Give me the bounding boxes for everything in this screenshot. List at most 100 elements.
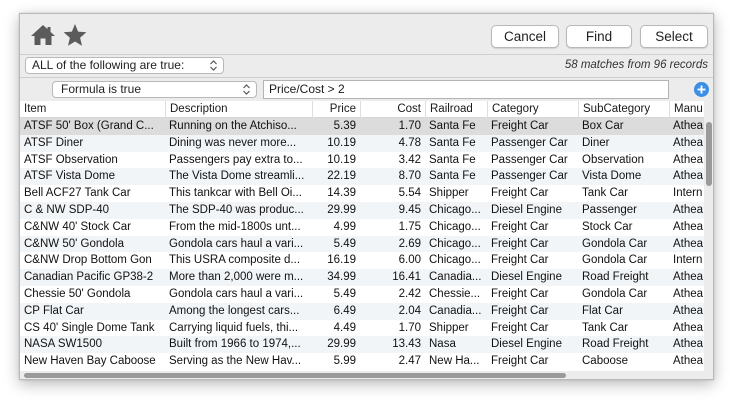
cell-manufacturer: Athea: [673, 153, 704, 166]
cell-category: Diesel Engine: [491, 271, 562, 284]
cell-item: C&NW 50' Gondola: [24, 237, 124, 250]
horizontal-scrollbar[interactable]: [20, 371, 704, 379]
cell-description: Running on the Atchiso...: [169, 120, 297, 132]
cell-price: 16.19: [327, 254, 356, 267]
find-button[interactable]: Find: [566, 25, 632, 48]
cell-price: 5.49: [333, 237, 356, 250]
formula-field[interactable]: Price/Cost > 2: [263, 80, 669, 99]
column-header-cost[interactable]: Cost: [360, 101, 425, 118]
cell-item: ATSF Observation: [24, 153, 118, 166]
column-header-category[interactable]: Category: [487, 101, 578, 118]
cell-category: Freight Car: [491, 187, 549, 200]
table-row[interactable]: CP Flat Car Among the longest cars... 6.…: [20, 302, 704, 320]
select-button[interactable]: Select: [640, 25, 708, 48]
cell-cost: 1.70: [398, 120, 421, 132]
cell-description: This tankcar with Bell Oi...: [169, 187, 302, 200]
cell-manufacturer: Athea: [673, 271, 704, 284]
table-row[interactable]: New Haven Bay Caboose Serving as the New…: [20, 353, 704, 370]
cell-manufacturer: Intern: [673, 187, 703, 200]
table-row[interactable]: CS 40' Single Dome Tank Carrying liquid …: [20, 320, 704, 337]
cell-railroad: Chicago...: [429, 220, 481, 233]
cell-railroad: Santa Fe: [429, 153, 476, 166]
cell-category: Diesel Engine: [491, 203, 562, 216]
table-row[interactable]: Canadian Pacific GP38-2 More than 2,000 …: [20, 269, 704, 286]
condition-type-popup[interactable]: Formula is true: [52, 81, 257, 98]
add-condition-icon[interactable]: [694, 82, 709, 97]
cell-manufacturer: Athea: [673, 136, 704, 149]
table-row[interactable]: Chessie 50' Gondola Gondola cars haul a …: [20, 286, 704, 303]
cell-railroad: Santa Fe: [429, 170, 476, 183]
cell-description: The SDP-40 was produc...: [169, 203, 304, 216]
cell-category: Freight Car: [491, 321, 549, 334]
star-icon[interactable]: [62, 23, 88, 47]
cell-railroad: New Ha...: [429, 355, 480, 368]
cell-item: NASA SW1500: [24, 338, 102, 351]
cell-subcategory: Vista Dome: [582, 170, 642, 183]
cell-railroad: Chicago...: [429, 254, 481, 267]
column-header-railroad[interactable]: Railroad: [425, 101, 487, 118]
column-header-description[interactable]: Description: [165, 101, 312, 118]
vertical-scroll-thumb[interactable]: [706, 122, 712, 186]
cell-description: Serving as the New Hav...: [169, 355, 302, 368]
cell-manufacturer: Athea: [673, 170, 704, 183]
column-header-price[interactable]: Price: [312, 101, 360, 118]
cell-description: This USRA composite d...: [169, 254, 301, 267]
updown-arrows-icon: [209, 59, 218, 72]
cell-description: Gondola cars haul a vari...: [169, 287, 304, 300]
cell-description: Carrying liquid fuels, thi...: [169, 321, 299, 334]
cell-price: 4.99: [333, 220, 356, 233]
table-row[interactable]: ATSF Diner Dining was never more... 10.1…: [20, 134, 704, 152]
cell-category: Freight Car: [491, 237, 549, 250]
cell-cost: 2.47: [398, 355, 421, 368]
table-row[interactable]: Bell ACF27 Tank Car This tankcar with Be…: [20, 185, 704, 202]
cell-subcategory: Road Freight: [582, 271, 649, 284]
table-row[interactable]: ATSF Vista Dome The Vista Dome streamli.…: [20, 168, 704, 186]
cell-price: 5.99: [333, 355, 356, 368]
cell-subcategory: Caboose: [582, 355, 629, 368]
cell-category: Freight Car: [491, 120, 549, 132]
cell-price: 10.19: [327, 136, 356, 149]
cancel-button[interactable]: Cancel: [491, 25, 559, 48]
cell-manufacturer: Athea: [673, 237, 704, 250]
table-row[interactable]: C&NW 50' Gondola Gondola cars haul a var…: [20, 235, 704, 253]
cell-price: 29.99: [327, 203, 356, 216]
cell-railroad: Chicago...: [429, 203, 481, 216]
table-row[interactable]: C & NW SDP-40 The SDP-40 was produc... 2…: [20, 201, 704, 219]
table-row[interactable]: C&NW Drop Bottom Gon This USRA composite…: [20, 252, 704, 269]
column-header-subcategory[interactable]: SubCategory: [578, 101, 669, 118]
cell-category: Passenger Car: [491, 136, 568, 149]
home-icon[interactable]: [30, 23, 56, 47]
find-dialog: Cancel Find Select ALL of the following …: [19, 13, 714, 380]
cell-cost: 1.70: [398, 321, 421, 334]
cell-price: 5.49: [333, 287, 356, 300]
match-mode-popup[interactable]: ALL of the following are true:: [25, 57, 224, 74]
column-header-item[interactable]: Item: [20, 101, 165, 118]
cell-cost: 8.70: [398, 170, 421, 183]
table-row[interactable]: ATSF Observation Passengers pay extra to…: [20, 152, 704, 169]
condition-type-label: Formula is true: [61, 82, 142, 96]
cell-category: Freight Car: [491, 304, 549, 317]
cell-item: C & NW SDP-40: [24, 203, 109, 216]
cell-subcategory: Flat Car: [582, 304, 623, 317]
cell-description: More than 2,000 were m...: [169, 271, 304, 284]
cell-railroad: Nasa: [429, 338, 456, 351]
column-header-manufacturer[interactable]: Manu: [669, 101, 704, 118]
toolbar: Cancel Find Select: [20, 14, 713, 54]
vertical-scrollbar[interactable]: [705, 118, 713, 376]
cell-price: 34.99: [327, 271, 356, 284]
cell-railroad: Shipper: [429, 187, 469, 200]
toolbar-divider: [20, 54, 713, 55]
cell-description: Passengers pay extra to...: [169, 153, 303, 166]
results-table: Item Description Price Cost Railroad Cat…: [20, 101, 704, 371]
cell-category: Freight Car: [491, 220, 549, 233]
table-row[interactable]: ATSF 50' Box (Grand C... Running on the …: [20, 118, 704, 135]
cell-subcategory: Gondola Car: [582, 237, 648, 250]
cell-subcategory: Tank Car: [582, 321, 629, 334]
table-row[interactable]: C&NW 40' Stock Car From the mid-1800s un…: [20, 219, 704, 236]
cell-item: ATSF 50' Box (Grand C...: [24, 120, 154, 132]
cell-cost: 1.75: [398, 220, 421, 233]
horizontal-scroll-thumb[interactable]: [24, 373, 566, 378]
table-row[interactable]: NASA SW1500 Built from 1966 to 1974,... …: [20, 336, 704, 354]
cell-manufacturer: Athea: [673, 338, 704, 351]
cell-item: New Haven Bay Caboose: [24, 355, 156, 368]
